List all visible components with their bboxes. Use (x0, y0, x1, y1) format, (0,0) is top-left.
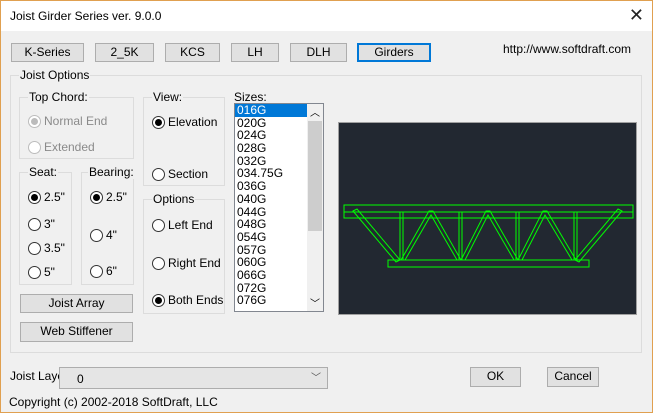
radio-label: 5" (44, 265, 55, 279)
joist-layer-value: 0 (77, 372, 84, 386)
radio-label: 4" (106, 228, 117, 242)
view-label: View: (152, 90, 184, 104)
radio-label: 2.5" (106, 190, 127, 204)
radio-bearing-2-5[interactable]: 2.5" (90, 190, 127, 204)
options-label: Options (152, 192, 196, 206)
radio-label: 6" (106, 264, 117, 278)
radio-normal-end[interactable]: Normal End (28, 114, 107, 128)
radio-section[interactable]: Section (152, 167, 208, 181)
joist-layer-select[interactable]: 0 ﹀ (59, 367, 328, 389)
radio-icon (152, 115, 165, 129)
tab-dlh[interactable]: DLH (290, 43, 347, 62)
copyright-text: Copyright (c) 2002-2018 SoftDraft, LLC (9, 395, 218, 409)
joist-array-button[interactable]: Joist Array (20, 294, 133, 313)
list-item[interactable]: 036G (235, 180, 307, 193)
seat-label: Seat: (28, 165, 59, 179)
bottom-chord (387, 259, 590, 268)
list-item[interactable]: 054G (235, 231, 307, 244)
vertical-webs (399, 212, 578, 260)
radio-bearing-6[interactable]: 6" (90, 264, 117, 278)
radio-label: Both Ends (168, 293, 224, 307)
radio-seat-3-5[interactable]: 3.5" (28, 241, 65, 255)
dialog-window: Joist Girder Series ver. 9.0.0 ✕ K-Serie… (0, 0, 653, 413)
radio-label: Left End (168, 218, 213, 232)
radio-icon (152, 256, 165, 270)
cancel-button[interactable]: Cancel (547, 367, 599, 387)
bearing-label: Bearing: (88, 165, 135, 179)
joist-preview (338, 122, 637, 315)
radio-label: Section (168, 167, 209, 181)
list-item[interactable]: 066G (235, 269, 307, 282)
sizes-listbox[interactable]: 016G 020G 024G 028G 032G 034.75G 036G 040G 044G 0… (234, 103, 324, 312)
list-item[interactable]: 040G (235, 192, 307, 206)
joist-options-label: Joist Options (19, 68, 91, 82)
radio-icon (90, 228, 103, 242)
radio-both-ends[interactable]: Both Ends (152, 293, 223, 307)
tab-k-series[interactable]: K-Series (11, 43, 84, 62)
tab-kcs[interactable]: KCS (165, 43, 220, 62)
radio-icon (28, 241, 41, 255)
close-icon[interactable]: ✕ (629, 5, 644, 26)
list-scrollbar[interactable]: ︿ ﹀ (307, 104, 323, 311)
top-chord-label: Top Chord: (28, 90, 89, 104)
radio-icon (152, 167, 165, 181)
scroll-down-icon[interactable]: ﹀ (310, 295, 320, 310)
radio-icon (28, 114, 41, 128)
radio-label: Extended (44, 140, 95, 154)
radio-seat-5[interactable]: 5" (28, 265, 55, 279)
tab-2-5k[interactable]: 2_5K (95, 43, 154, 62)
scrollbar-thumb[interactable] (308, 121, 322, 231)
title-bar: Joist Girder Series ver. 9.0.0 ✕ (1, 1, 652, 31)
radio-seat-2-5[interactable]: 2.5" (28, 190, 65, 204)
radio-label: 2.5" (44, 190, 65, 204)
left-end-diagonal (352, 208, 401, 263)
radio-icon (28, 217, 41, 231)
radio-bearing-4[interactable]: 4" (90, 228, 117, 242)
radio-label: Normal End (44, 114, 108, 128)
truss-drawing (343, 204, 634, 268)
list-item[interactable]: 016G (235, 104, 307, 117)
tab-girders[interactable]: Girders (357, 43, 431, 62)
sizes-label: Sizes: (234, 90, 267, 104)
radio-left-end[interactable]: Left End (152, 218, 213, 232)
radio-icon (90, 264, 103, 278)
radio-label: Elevation (168, 115, 218, 129)
radio-elevation[interactable]: Elevation (152, 115, 217, 129)
radio-icon (90, 190, 103, 204)
radio-right-end[interactable]: Right End (152, 256, 221, 270)
list-item[interactable]: 028G (235, 142, 307, 155)
radio-label: 3" (44, 217, 55, 231)
radio-label: Right End (168, 256, 221, 270)
radio-label: 3.5" (44, 241, 65, 255)
radio-icon (152, 293, 165, 307)
radio-seat-3[interactable]: 3" (28, 217, 55, 231)
ok-button[interactable]: OK (470, 367, 521, 387)
radio-icon (152, 218, 165, 232)
tab-lh[interactable]: LH (231, 43, 279, 62)
radio-icon (28, 265, 41, 279)
list-item[interactable]: 048G (235, 218, 307, 231)
chevron-down-icon[interactable]: ﹀ (311, 368, 321, 390)
right-end-diagonal (574, 208, 623, 263)
radio-icon (28, 190, 41, 204)
list-item[interactable]: 076G (235, 294, 307, 307)
scroll-up-icon[interactable]: ︿ (310, 104, 320, 119)
web-stiffener-button[interactable]: Web Stiffener (20, 322, 133, 342)
website-link[interactable]: http://www.softdraft.com (503, 42, 631, 56)
radio-icon (28, 140, 41, 154)
window-title: Joist Girder Series ver. 9.0.0 (10, 9, 162, 23)
radio-extended[interactable]: Extended (28, 140, 95, 154)
